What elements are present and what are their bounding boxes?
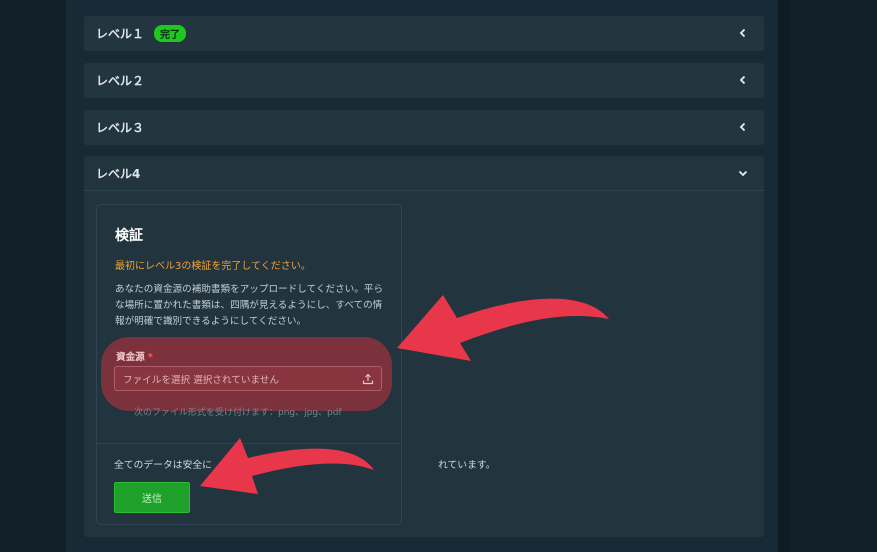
right-background	[790, 0, 877, 552]
field-label: 資金源 *	[116, 349, 153, 363]
level-4-label: レベル4	[96, 166, 141, 181]
left-background	[0, 0, 66, 552]
level-3-label: レベル３	[96, 121, 145, 135]
accordion-level-3[interactable]: レベル３	[84, 110, 764, 145]
formats-note: 次のファイル形式を受け付けます：png、jpg、pdf	[134, 408, 342, 418]
chevron-down-icon[interactable]	[736, 166, 750, 180]
annotation-arrow-icon	[200, 438, 374, 494]
upload-icon[interactable]	[361, 372, 375, 386]
chevron-left-icon[interactable]	[736, 26, 750, 40]
submit-button[interactable]: 送信	[114, 482, 190, 513]
warning-text: 最初にレベル3の検証を完了してください。	[115, 261, 311, 272]
security-note-suffix: れています。	[437, 460, 496, 471]
chevron-left-icon[interactable]	[736, 73, 750, 87]
accordion-level-2[interactable]: レベル２	[84, 63, 764, 98]
chevron-left-icon[interactable]	[736, 120, 750, 134]
required-mark: *	[147, 352, 153, 363]
scroll-gutter	[778, 0, 790, 552]
description-text: あなたの資金源の補助書類をアップロードしてください。平らな場所に置かれた書類は、…	[115, 284, 384, 327]
field-label-text: 資金源	[116, 352, 145, 363]
card-title: 検証	[115, 228, 143, 244]
file-input-text: ファイルを選択 選択されていません	[123, 374, 279, 386]
status-badge: 完了	[154, 25, 187, 42]
accordion-level-1[interactable]: レベル１ 完了	[84, 16, 764, 51]
file-input[interactable]: ファイルを選択 選択されていません	[114, 366, 382, 391]
level-1-label: レベル１	[96, 27, 145, 41]
level-4-header[interactable]: レベル4	[84, 156, 764, 191]
annotation-arrow-icon	[397, 295, 609, 361]
level-2-label: レベル２	[96, 74, 145, 88]
